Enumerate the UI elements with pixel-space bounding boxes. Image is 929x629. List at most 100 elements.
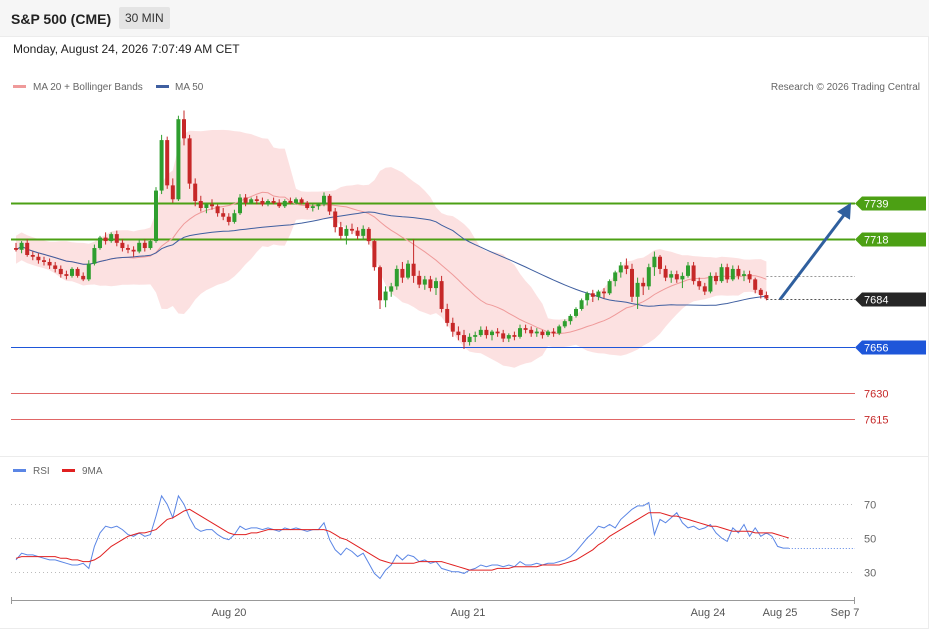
rsi-line [15,494,789,580]
candle-body [658,256,662,269]
candle-body [142,242,147,249]
candle-body [75,268,80,276]
candle-body [187,138,192,184]
candle-body [574,308,578,316]
candle-body [529,329,534,334]
candle-body [624,265,629,269]
candle-body [288,201,293,203]
candle-body [585,293,590,301]
candle-body [148,241,153,249]
candle-body [557,326,562,334]
candle-body [473,335,478,337]
rsi9-line [15,508,789,571]
rsi-legend: RSI 9MA [13,466,103,477]
candle-body [98,237,102,249]
candle-body [361,228,366,236]
time-tick-label: Sep 7 [831,607,860,619]
candle-body [327,195,332,212]
candle-body [165,140,170,186]
rsi9-legend-swatch [62,469,75,472]
candle-body [686,265,690,276]
candle-body [344,228,349,236]
candle-body [568,315,573,322]
candle-body [372,241,377,268]
candle-body [126,248,130,250]
candle [165,136,170,189]
time-axis: Aug 20 Aug 21 Aug 24 Aug 25 Sep 7 [11,597,859,619]
candle-body [506,335,511,339]
candle-body [221,213,226,217]
candle-body [114,234,119,243]
candle-body [478,329,483,336]
candle-body [310,206,315,208]
candle-body [736,268,741,276]
candle-body [518,328,522,337]
rsi-lines-layer [15,494,855,580]
candle-body [702,286,707,292]
candle-body [350,228,354,231]
ma50-legend-label: MA 50 [175,82,204,93]
candle-body [249,199,254,203]
candle-body [406,263,410,278]
candle-body [579,300,584,309]
candle [333,207,338,233]
candle-body [47,261,52,266]
candle-body [86,263,91,280]
candle-body [484,329,489,336]
candle-body [462,335,466,343]
candle-body [411,263,416,276]
candle-body [445,308,450,323]
candle [646,263,651,290]
candle-body [635,282,640,297]
candle-body [378,267,382,301]
candle-body [691,265,696,282]
candle-body [30,255,35,257]
candle-body [422,279,427,285]
candle-body [680,275,685,280]
candle [630,263,634,303]
candle-body [523,328,528,330]
candle [154,187,158,243]
candle-body [299,199,304,203]
candle-body [501,333,506,339]
candle-body [64,274,69,276]
candle-body [708,275,713,292]
candle-body [383,291,388,301]
candle-body [540,331,545,336]
candle-body [355,230,360,236]
time-tick-label: Aug 25 [763,607,798,619]
candle-body [400,268,405,278]
candle-body [232,213,237,222]
rsi-tick-label: 30 [864,568,876,580]
candle-body [92,248,97,264]
candle-body [747,274,752,280]
candle [372,239,377,271]
candle-body [512,335,517,337]
candle-body [534,331,539,334]
level-label-7656: 7656 [864,343,888,355]
candle [187,134,192,189]
candle-body [652,256,657,268]
candle-body [602,291,606,294]
candle-body [467,336,472,343]
candle-body [764,295,769,299]
candle-body [333,211,338,228]
candle-body [154,190,158,242]
candle-body [434,281,438,289]
candle-body [103,237,108,242]
candle-body [366,228,371,242]
candle-body [674,274,679,280]
candle-body [305,202,310,208]
candle-body [428,279,433,289]
candle-body [70,268,74,276]
rsi-legend-swatch [13,469,26,472]
candle-body [663,268,668,278]
candle-body [322,195,326,205]
candle-body [562,321,567,327]
candle [378,265,382,309]
candle-body [58,268,63,275]
candle-body [238,197,242,214]
candle-body [725,267,730,280]
candle-body [137,242,142,252]
candle-body [204,204,209,208]
